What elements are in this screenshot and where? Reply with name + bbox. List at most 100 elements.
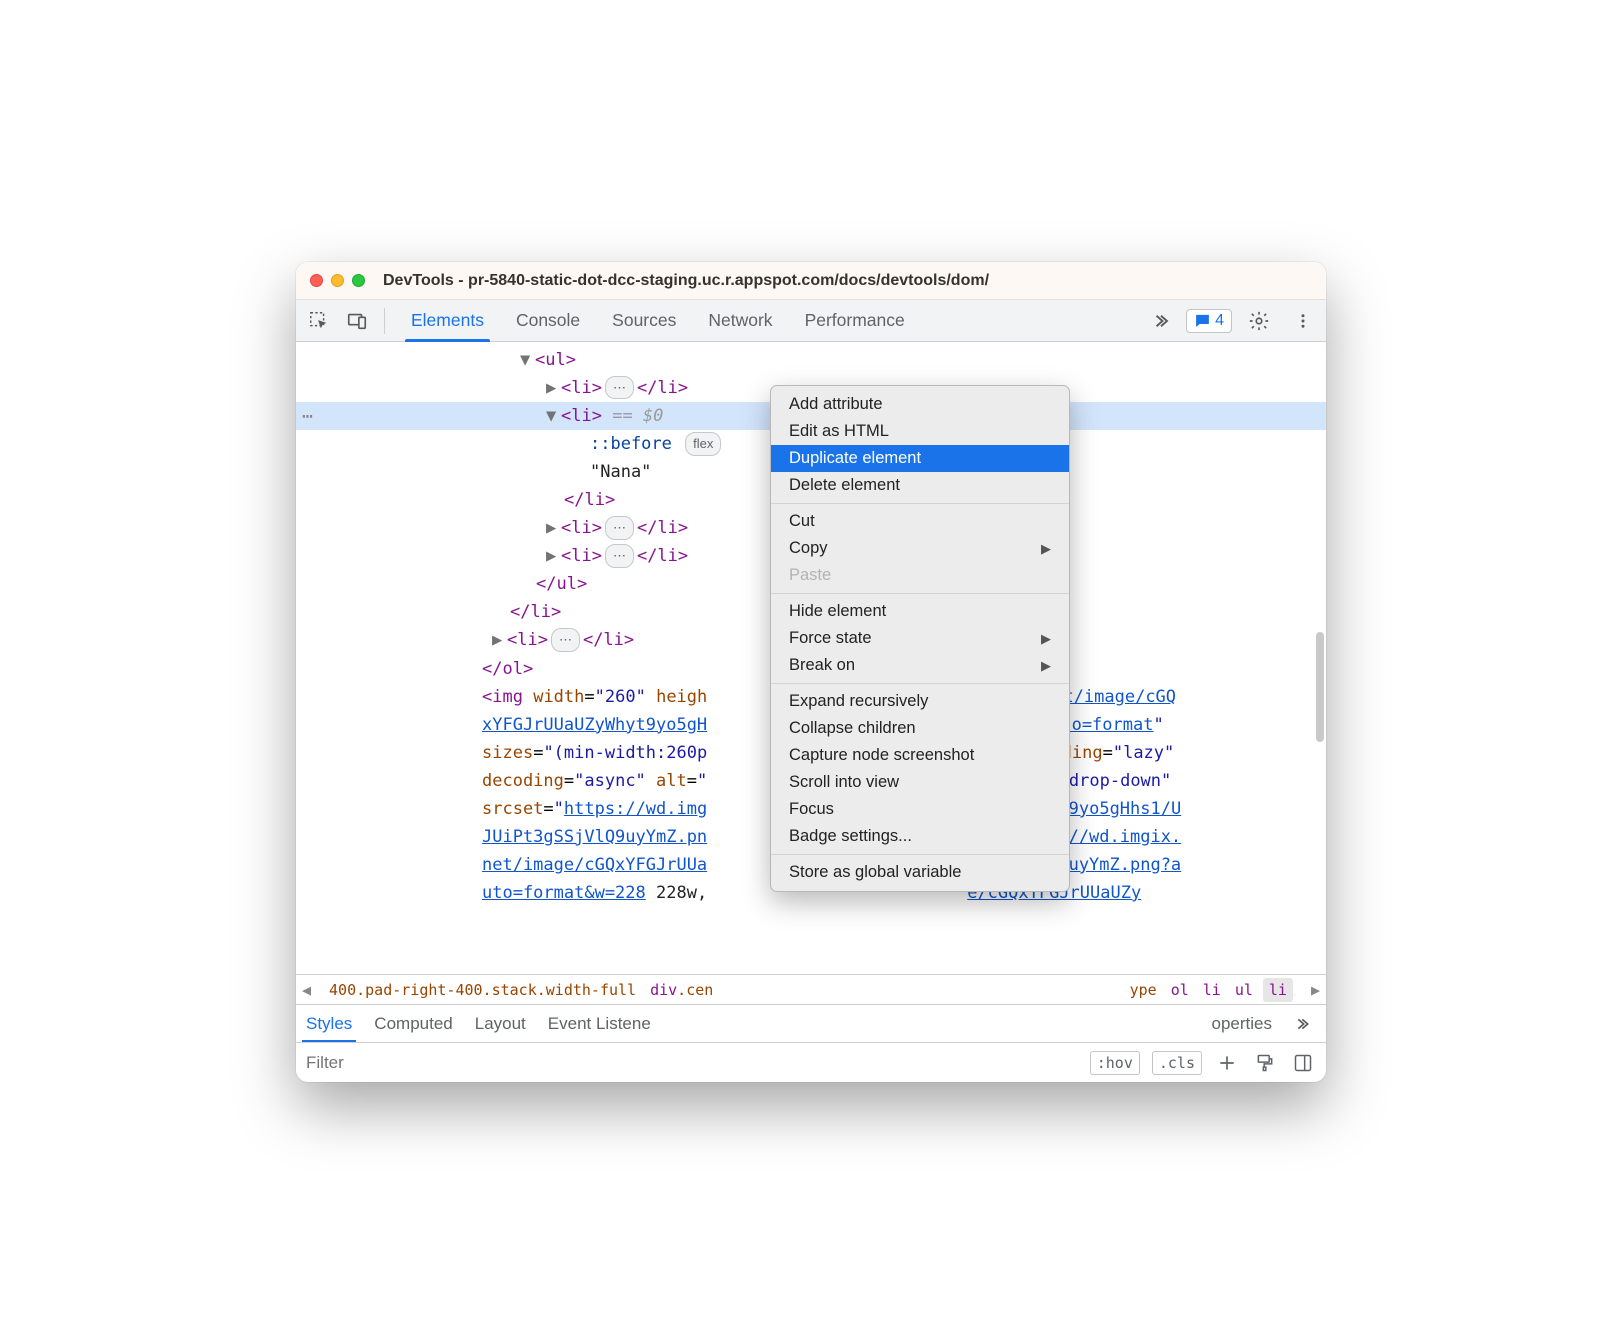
li-tag[interactable]: <li>	[561, 546, 602, 566]
titlebar: DevTools - pr-5840-static-dot-dcc-stagin…	[296, 262, 1326, 300]
ctx-hide-element[interactable]: Hide element	[771, 598, 1069, 625]
li-close-tag: </li>	[564, 490, 615, 510]
filter-input[interactable]	[306, 1053, 1078, 1073]
li-tag[interactable]: <li>	[507, 630, 548, 650]
tab-elements[interactable]: Elements	[395, 300, 500, 341]
device-toolbar-icon[interactable]	[340, 304, 374, 338]
breadcrumb-left-icon[interactable]: ◀	[298, 981, 315, 999]
ctx-scroll-into-view[interactable]: Scroll into view	[771, 769, 1069, 796]
flex-badge[interactable]: flex	[685, 432, 721, 455]
ctx-focus[interactable]: Focus	[771, 796, 1069, 823]
expand-toggle[interactable]: ▶	[546, 514, 558, 542]
more-tabs-icon[interactable]	[1294, 1007, 1316, 1041]
ctx-separator	[771, 503, 1069, 504]
ctx-collapse-children[interactable]: Collapse children	[771, 715, 1069, 742]
ul-tag[interactable]: <ul>	[535, 350, 576, 370]
tab-computed[interactable]: Computed	[374, 1005, 452, 1042]
submenu-arrow-icon: ▶	[1041, 631, 1051, 647]
ctx-duplicate-element[interactable]: Duplicate element	[771, 445, 1069, 472]
tab-styles[interactable]: Styles	[306, 1005, 352, 1042]
ctx-break-on[interactable]: Break on▶	[771, 652, 1069, 679]
paint-icon[interactable]	[1252, 1050, 1278, 1076]
ctx-cut[interactable]: Cut	[771, 508, 1069, 535]
ctx-delete-element[interactable]: Delete element	[771, 472, 1069, 499]
expand-toggle[interactable]: ▶	[546, 374, 558, 402]
scrollbar[interactable]	[1316, 632, 1324, 742]
tab-event-listeners[interactable]: Event Listene	[548, 1005, 651, 1042]
panel-tabs: Elements Console Sources Network Perform…	[395, 300, 921, 341]
li-close-tag: </li>	[637, 378, 688, 398]
gutter-indicator-icon: ⋯	[302, 402, 314, 432]
submenu-arrow-icon: ▶	[1041, 541, 1051, 557]
li-tag: <li>	[561, 406, 602, 426]
breadcrumb-item[interactable]: ol	[1171, 981, 1189, 999]
breadcrumb-item[interactable]: li	[1203, 981, 1221, 999]
ctx-capture-screenshot[interactable]: Capture node screenshot	[771, 742, 1069, 769]
ellipsis-badge[interactable]: ⋯	[605, 516, 634, 539]
issues-badge[interactable]: 4	[1186, 309, 1232, 333]
tab-layout[interactable]: Layout	[475, 1005, 526, 1042]
expand-toggle[interactable]: ▼	[546, 402, 558, 430]
divider	[384, 308, 385, 334]
ctx-expand-recursively[interactable]: Expand recursively	[771, 688, 1069, 715]
tab-properties[interactable]: operties	[1212, 1005, 1272, 1042]
tab-network[interactable]: Network	[692, 300, 788, 341]
li-close-tag: </li>	[510, 602, 561, 622]
breadcrumb-item[interactable]: ul	[1235, 981, 1253, 999]
ctx-edit-as-html[interactable]: Edit as HTML	[771, 418, 1069, 445]
minimize-window-button[interactable]	[331, 274, 344, 287]
breadcrumb-item[interactable]: ype	[1130, 981, 1157, 999]
close-window-button[interactable]	[310, 274, 323, 287]
more-tabs-icon[interactable]	[1152, 304, 1176, 338]
selected-marker: == $0	[612, 406, 663, 426]
ctx-separator	[771, 683, 1069, 684]
issues-count: 4	[1215, 312, 1224, 330]
li-close-tag: </li>	[583, 630, 634, 650]
styles-tabbar: Styles Computed Layout Event Listene ope…	[296, 1004, 1326, 1042]
li-close-tag: </li>	[637, 518, 688, 538]
ul-close-tag: </ul>	[536, 574, 587, 594]
breadcrumb-selected[interactable]: li	[1263, 978, 1293, 1002]
breadcrumb-item[interactable]: div.cen	[650, 981, 713, 999]
expand-toggle[interactable]: ▶	[546, 542, 558, 570]
computed-panel-icon[interactable]	[1290, 1050, 1316, 1076]
ol-close-tag: </ol>	[482, 659, 533, 679]
tab-console[interactable]: Console	[500, 300, 596, 341]
ellipsis-badge[interactable]: ⋯	[551, 628, 580, 651]
settings-icon[interactable]	[1242, 304, 1276, 338]
toolbar-right: 4	[1152, 304, 1320, 338]
devtools-window: DevTools - pr-5840-static-dot-dcc-stagin…	[296, 262, 1326, 1082]
ctx-badge-settings[interactable]: Badge settings...	[771, 823, 1069, 850]
ctx-copy[interactable]: Copy▶	[771, 535, 1069, 562]
breadcrumb-right-icon[interactable]: ▶	[1307, 981, 1324, 999]
tab-performance[interactable]: Performance	[789, 300, 921, 341]
context-menu: Add attribute Edit as HTML Duplicate ele…	[770, 385, 1070, 892]
kebab-menu-icon[interactable]	[1286, 304, 1320, 338]
cls-toggle[interactable]: .cls	[1152, 1051, 1202, 1075]
ctx-separator	[771, 854, 1069, 855]
traffic-lights	[310, 274, 365, 287]
window-title: DevTools - pr-5840-static-dot-dcc-stagin…	[383, 272, 989, 290]
ellipsis-badge[interactable]: ⋯	[605, 544, 634, 567]
ctx-paste: Paste	[771, 562, 1069, 589]
pseudo-before[interactable]: ::before	[590, 434, 672, 454]
ctx-store-global[interactable]: Store as global variable	[771, 859, 1069, 886]
text-node[interactable]: "Nana"	[590, 462, 651, 482]
ctx-separator	[771, 593, 1069, 594]
li-tag[interactable]: <li>	[561, 378, 602, 398]
ctx-force-state[interactable]: Force state▶	[771, 625, 1069, 652]
tab-sources[interactable]: Sources	[596, 300, 692, 341]
ctx-add-attribute[interactable]: Add attribute	[771, 391, 1069, 418]
maximize-window-button[interactable]	[352, 274, 365, 287]
hover-toggle[interactable]: :hov	[1090, 1051, 1140, 1075]
ellipsis-badge[interactable]: ⋯	[605, 376, 634, 399]
expand-toggle[interactable]: ▼	[520, 346, 532, 374]
li-tag[interactable]: <li>	[561, 518, 602, 538]
expand-toggle[interactable]: ▶	[492, 626, 504, 654]
breadcrumb-item[interactable]: 400.pad-right-400.stack.width-full	[329, 981, 636, 999]
li-close-tag: </li>	[637, 546, 688, 566]
new-style-rule-icon[interactable]	[1214, 1050, 1240, 1076]
submenu-arrow-icon: ▶	[1041, 658, 1051, 674]
inspect-element-icon[interactable]	[302, 304, 336, 338]
main-toolbar: Elements Console Sources Network Perform…	[296, 300, 1326, 342]
